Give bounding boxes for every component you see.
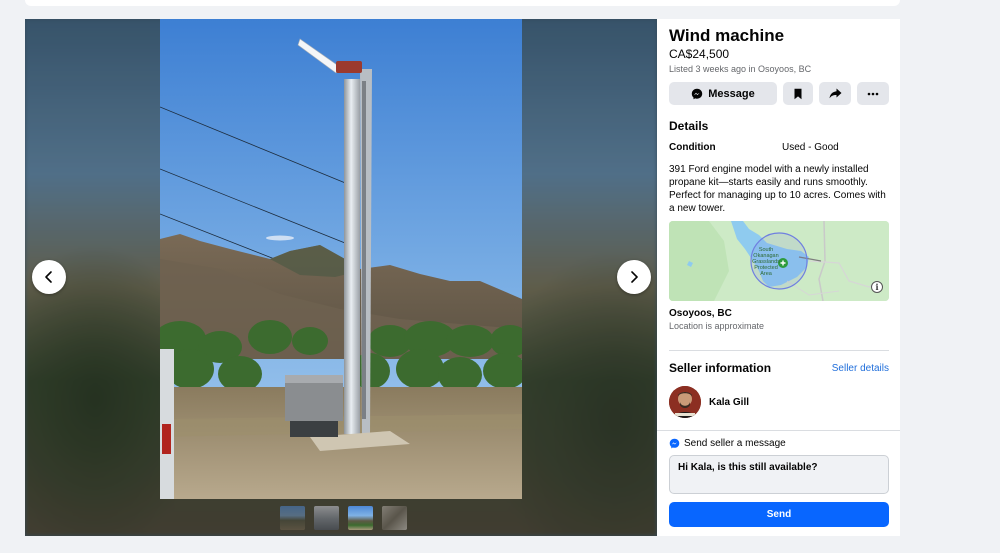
message-input[interactable]: Hi Kala, is this still available? [669, 455, 889, 494]
more-options-button[interactable] [857, 82, 889, 105]
main-listing-photo [160, 19, 522, 499]
condition-value: Used - Good [782, 142, 839, 153]
listing-price: CA$24,500 [669, 47, 730, 61]
listing-title: Wind machine [669, 26, 785, 45]
seller-details-link[interactable]: Seller details [832, 363, 889, 374]
listing-details-panel: Wind machine CA$24,500 Listed 3 weeks ag… [657, 19, 900, 536]
seller-name[interactable]: Kala Gill [709, 397, 749, 408]
seller-info-heading: Seller information [669, 361, 772, 375]
info-icon[interactable]: i [871, 281, 883, 293]
send-message-heading-label: Send seller a message [684, 438, 786, 449]
details-heading: Details [669, 119, 709, 133]
message-button[interactable]: Message [669, 82, 777, 105]
bookmark-icon [794, 88, 802, 99]
seller-avatar[interactable] [669, 386, 701, 418]
more-icon [867, 92, 879, 95]
thumbnail-2[interactable] [314, 506, 339, 530]
save-button[interactable] [783, 82, 813, 105]
section-divider [657, 430, 900, 431]
thumbnail-4[interactable] [382, 506, 407, 530]
message-button-label: Message [708, 87, 755, 100]
listing-description: 391 Ford engine model with a newly insta… [669, 164, 886, 214]
messenger-icon [669, 438, 680, 449]
next-photo-button[interactable] [617, 260, 651, 294]
thumbnail-strip [280, 506, 407, 530]
top-strip [25, 0, 900, 6]
send-button[interactable]: Send [669, 502, 889, 527]
send-message-heading: Send seller a message [669, 438, 786, 449]
chevron-right-icon [631, 271, 638, 283]
section-divider [669, 350, 889, 351]
share-icon [829, 88, 841, 99]
share-button[interactable] [819, 82, 851, 105]
photo-viewer [25, 19, 657, 536]
previous-photo-button[interactable] [32, 260, 66, 294]
location-note: Location is approximate [669, 321, 765, 331]
map-label-5: Area [760, 271, 773, 277]
listing-meta: Listed 3 weeks ago in Osoyoos, BC [669, 64, 812, 74]
location-name: Osoyoos, BC [669, 308, 732, 319]
chevron-left-icon [45, 271, 52, 283]
location-map[interactable]: South Okanagan Grasslands Protected Area… [669, 221, 889, 301]
condition-label: Condition [669, 142, 716, 153]
messenger-icon [692, 88, 703, 99]
thumbnail-1[interactable] [280, 506, 305, 530]
thumbnail-3[interactable] [348, 506, 373, 530]
